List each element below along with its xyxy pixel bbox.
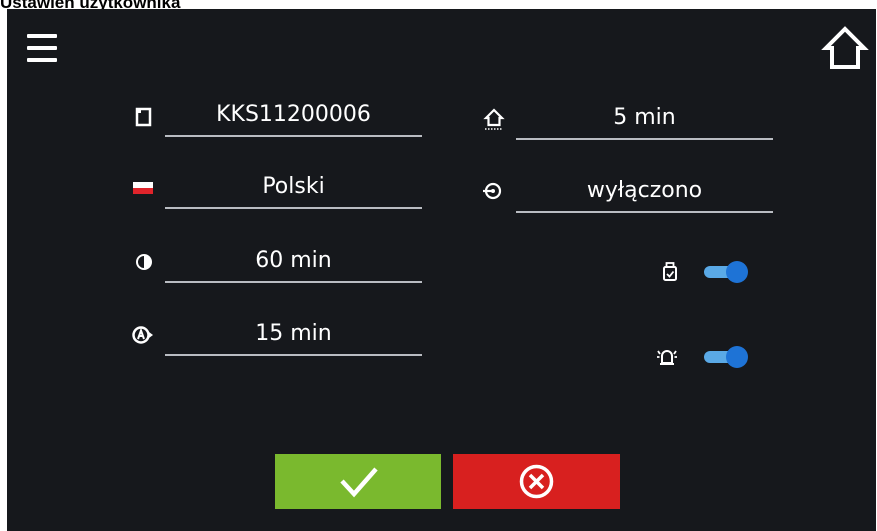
- alarm-bell-icon: [655, 346, 677, 368]
- device-id-field[interactable]: KKS11200006: [165, 95, 422, 137]
- polish-flag-icon: [132, 177, 154, 199]
- brightness-time-field[interactable]: 60 min: [165, 241, 422, 283]
- usb-stick-icon: [659, 261, 681, 283]
- hamburger-menu-icon: [27, 34, 57, 38]
- cancel-circle-icon: [519, 464, 554, 499]
- auto-logout-icon: [131, 324, 153, 346]
- menu-button[interactable]: [25, 31, 59, 65]
- connection-field[interactable]: wyłączono: [516, 171, 773, 213]
- usb-toggle[interactable]: [704, 261, 748, 283]
- network-icon: [481, 180, 503, 202]
- home-timeout-field[interactable]: 5 min: [516, 98, 773, 140]
- device-info-icon: [133, 106, 155, 128]
- alarm-toggle[interactable]: [704, 346, 748, 368]
- confirm-button[interactable]: [275, 454, 441, 509]
- auto-logout-field[interactable]: 15 min: [165, 314, 422, 356]
- toggle-knob: [726, 346, 748, 368]
- home-timeout-icon: [483, 107, 505, 130]
- settings-screen: KKS11200006 Polski 60 min 15 min 5 min w…: [7, 9, 876, 531]
- cancel-button[interactable]: [453, 454, 620, 509]
- toggle-knob: [726, 261, 748, 283]
- check-icon: [340, 467, 378, 498]
- language-field[interactable]: Polski: [165, 167, 422, 209]
- home-button[interactable]: [821, 25, 869, 71]
- home-icon: [821, 26, 869, 69]
- brightness-icon: [133, 251, 155, 273]
- hamburger-line: [27, 46, 57, 50]
- hamburger-line: [27, 58, 57, 62]
